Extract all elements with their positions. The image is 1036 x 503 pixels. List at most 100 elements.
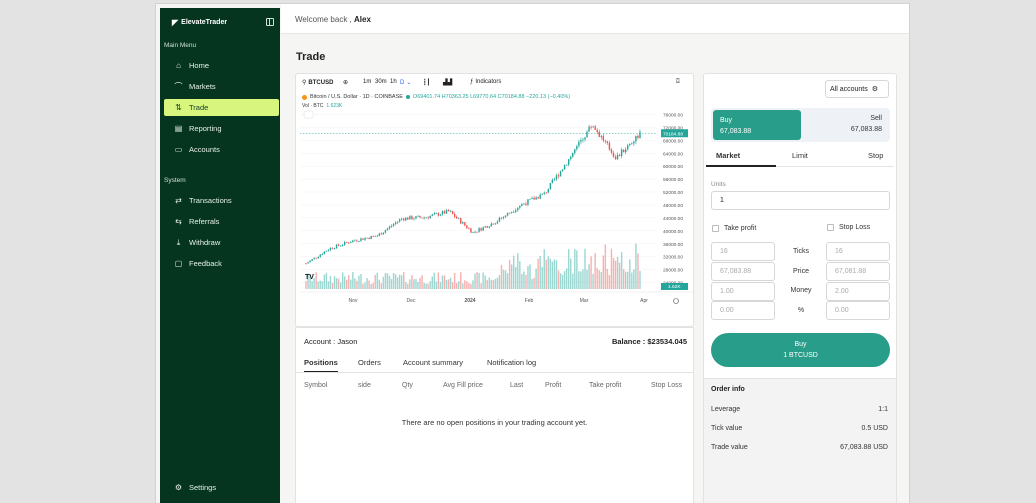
nav-markets[interactable]: ⌒ Markets <box>164 78 279 95</box>
units-input[interactable]: 1 <box>711 191 890 210</box>
tab-stop[interactable]: Stop <box>868 151 883 160</box>
volume-bar <box>492 280 495 289</box>
nav-label: Home <box>189 61 210 70</box>
candle-body <box>374 236 376 237</box>
volume-bar <box>521 274 523 289</box>
x-tick-label: Dec <box>407 298 416 304</box>
stop-loss-checkbox[interactable] <box>827 224 834 231</box>
x-tick-label: 2024 <box>464 298 475 304</box>
candle-body <box>396 221 399 223</box>
volume-bar <box>596 267 598 289</box>
y-tick-label: 52000.00 <box>663 190 683 196</box>
nav-transactions[interactable]: ⇄ Transactions <box>164 192 279 209</box>
candle-body <box>574 149 576 154</box>
candle-body <box>527 199 529 205</box>
tp-price-input[interactable]: 67,083.88 <box>711 262 775 281</box>
volume-bar <box>346 279 348 289</box>
y-tick-label: 64000.00 <box>663 151 683 157</box>
nav-withdraw[interactable]: ⤓ Withdraw <box>164 234 279 251</box>
sl-money-input[interactable]: 2.00 <box>826 282 890 301</box>
tp-ticks-input[interactable]: 16 <box>711 242 775 261</box>
candle-body <box>492 223 495 225</box>
tab-account-summary[interactable]: Account summary <box>403 358 463 367</box>
candle-body <box>317 256 319 258</box>
volume-bar <box>348 275 350 289</box>
volume-bar <box>480 283 482 289</box>
nav-reporting[interactable]: ▤ Reporting <box>164 120 279 137</box>
tab-limit[interactable]: Limit <box>792 151 808 160</box>
nav-settings[interactable]: ⚙ Settings <box>164 479 279 496</box>
candle-body <box>466 225 468 229</box>
volume-bar <box>537 258 539 289</box>
chart-settings-icon <box>673 298 679 304</box>
volume-bar <box>474 273 476 289</box>
candle-body <box>311 259 313 261</box>
sell-price: 67,083.88 <box>850 126 882 133</box>
candle-body <box>439 214 442 216</box>
volume-bar <box>380 283 383 289</box>
tab-notification-log[interactable]: Notification log <box>487 358 536 367</box>
info-label: Leverage <box>711 406 741 413</box>
volume-bar <box>576 250 578 289</box>
candle-body <box>433 213 436 215</box>
volume-bar <box>462 283 464 289</box>
price-chart[interactable]: 76000.0072000.0068000.0064000.0060000.00… <box>296 74 694 327</box>
volume-bar <box>490 279 493 289</box>
volume-bar <box>398 274 401 289</box>
nav-home[interactable]: ⌂ Home <box>164 57 279 74</box>
nav-accounts[interactable]: ▭ Accounts <box>164 141 279 158</box>
volume-bar <box>565 268 568 289</box>
buy-side-button[interactable]: Buy 67,083.88 <box>713 110 801 140</box>
candle-body <box>376 235 378 237</box>
candle-body <box>519 205 521 208</box>
withdraw-icon: ⤓ <box>176 237 181 247</box>
volume-bar <box>421 275 423 289</box>
candle-body <box>620 149 623 156</box>
candle-body <box>610 149 613 153</box>
submit-buy-button[interactable]: Buy 1 BTCUSD <box>711 333 890 367</box>
volume-bar <box>616 256 619 289</box>
sell-label: Sell <box>870 115 882 122</box>
sl-price-input[interactable]: 67,081.88 <box>826 262 890 281</box>
volume-bar <box>608 275 611 289</box>
volume-bar <box>427 283 429 289</box>
tp-money-input[interactable]: 1.00 <box>711 282 775 301</box>
tab-positions[interactable]: Positions <box>304 358 338 372</box>
candle-body <box>622 149 625 153</box>
candle-body <box>423 217 425 219</box>
tab-market[interactable]: Market <box>716 151 740 160</box>
info-label: Tick value <box>711 425 743 432</box>
volume-bar <box>586 269 588 289</box>
brand-logo[interactable]: ◤ ElevateTrader <box>172 18 227 27</box>
volume-bar <box>447 279 450 289</box>
candle-body <box>563 165 566 170</box>
candle-body <box>431 214 433 216</box>
tab-orders[interactable]: Orders <box>358 358 381 367</box>
candle-body <box>470 228 472 233</box>
welcome-prefix: Welcome back , <box>295 15 352 24</box>
nav-referrals[interactable]: ⇆ Referrals <box>164 213 279 230</box>
sl-ticks-input[interactable]: 16 <box>826 242 890 261</box>
collapse-sidebar-icon[interactable] <box>266 18 274 26</box>
app-frame: ◤ ElevateTrader Main Menu ⌂ Home ⌒ Markets … <box>155 3 910 503</box>
volume-bar <box>539 256 541 289</box>
sell-side-button[interactable]: Sell 67,083.88 <box>851 113 882 135</box>
nav-label: Trade <box>189 103 209 112</box>
tp-percent-input[interactable]: 0.00 <box>711 301 775 320</box>
nav-feedback[interactable]: ▢ Feedback <box>164 255 279 272</box>
take-profit-checkbox[interactable] <box>712 225 719 232</box>
sl-percent-input[interactable]: 0.00 <box>826 301 890 320</box>
volume-bar <box>464 280 466 289</box>
candle-body <box>343 241 346 245</box>
volume-bar <box>519 261 521 289</box>
candle-body <box>561 169 564 172</box>
candle-body <box>447 210 450 212</box>
candle-body <box>547 189 550 193</box>
candle-body <box>386 228 389 231</box>
candle-body <box>321 254 324 255</box>
nav-trade[interactable]: ⇅ Trade <box>164 99 279 116</box>
accounts-select[interactable]: All accounts ⚙ <box>825 80 889 98</box>
reporting-icon: ▤ <box>174 123 183 133</box>
candle-body <box>582 139 584 141</box>
candle-body <box>576 146 578 150</box>
